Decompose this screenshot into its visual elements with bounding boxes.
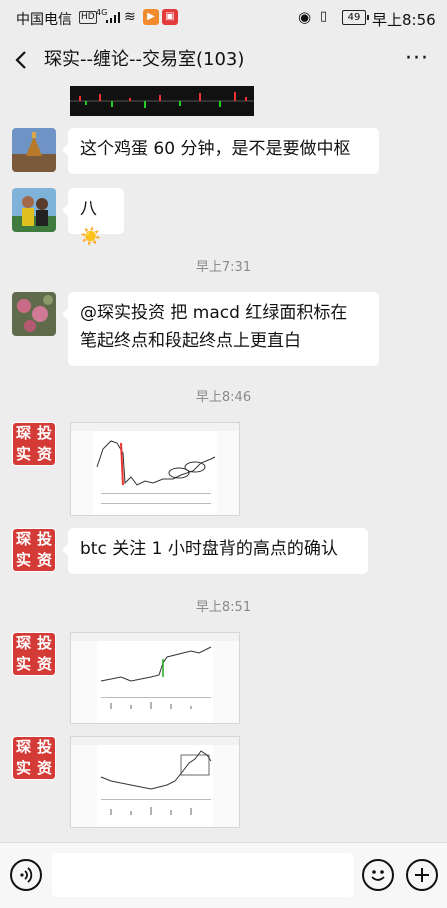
play-app-icon: ▶ [143,9,159,25]
message-input[interactable] [52,853,354,897]
vibrate-icon: ▯ [320,9,328,24]
chat-title: 琛实--缠论--交易室(103) [44,49,245,70]
emoji-icon[interactable] [362,859,394,891]
seal-avatar[interactable]: 琛投 实资 [12,736,56,780]
seal-logo: 琛投 实资 [13,633,55,675]
seal-avatar[interactable]: 琛投 实资 [12,422,56,466]
status-bar: 中国电信 HD 4G ≋ ▶ ▣ ◉ ▯ 49 早上8:56 [0,0,447,36]
seal-avatar[interactable]: 琛投 实资 [12,632,56,676]
message-text: 这个鸡蛋 60 分钟，是不是要做中枢 [80,139,351,159]
image-message-partial[interactable] [70,86,254,116]
timestamp: 早上8:46 [195,390,252,405]
seal-logo: 琛投 实资 [13,737,55,779]
avatar[interactable] [12,292,56,336]
hd-badge: HD [79,11,97,24]
seal-avatar[interactable]: 琛投 实资 [12,528,56,572]
chart-thumbnail [70,92,254,108]
message-bubble[interactable]: @琛实投资 把 macd 红绿面积标在 笔起终点和段起终点上更直白 [62,292,379,366]
wifi-icon: ≋ [124,9,136,25]
timestamp: 早上7:31 [195,260,252,275]
avatar[interactable] [12,188,56,232]
timestamp: 早上8:51 [195,600,252,615]
message-bubble[interactable]: 这个鸡蛋 60 分钟，是不是要做中枢 [62,128,379,174]
message-text: 八☀️ [80,199,102,247]
chart-thumbnail [71,633,239,723]
flowers-photo-avatar [12,292,56,336]
more-options-button[interactable]: ··· [405,46,429,71]
people-photo-avatar [12,188,56,232]
plus-icon[interactable] [406,859,438,891]
message-text: btc 关注 1 小时盘背的高点的确认 [80,539,338,559]
message-bubble[interactable]: 八☀️ [62,188,124,247]
message-text-line: 笔起终点和段起终点上更直白 [80,331,301,351]
gallery-app-icon: ▣ [162,9,178,25]
message-bubble[interactable]: btc 关注 1 小时盘背的高点的确认 [62,528,368,574]
battery-icon: 49 [342,10,369,25]
seal-logo: 琛投 实资 [13,423,55,465]
chevron-left-icon[interactable] [12,48,30,72]
clock: 早上8:56 [372,11,436,29]
temple-photo-avatar [12,128,56,172]
signal-icon [106,12,120,23]
carrier-label: 中国电信 [16,12,72,28]
voice-icon[interactable] [10,859,42,891]
avatar[interactable] [12,128,56,172]
image-message[interactable] [70,736,240,828]
chat-header: 琛实--缠论--交易室(103) ··· [0,36,447,86]
eye-comfort-icon: ◉ [298,8,312,26]
image-message[interactable] [70,632,240,724]
chart-thumbnail [71,737,239,827]
image-message[interactable] [70,422,240,516]
seal-logo: 琛投 实资 [13,529,55,571]
input-bar [0,842,447,908]
chart-thumbnail [71,423,239,515]
message-text-line: @琛实投资 把 macd 红绿面积标在 [80,303,348,323]
